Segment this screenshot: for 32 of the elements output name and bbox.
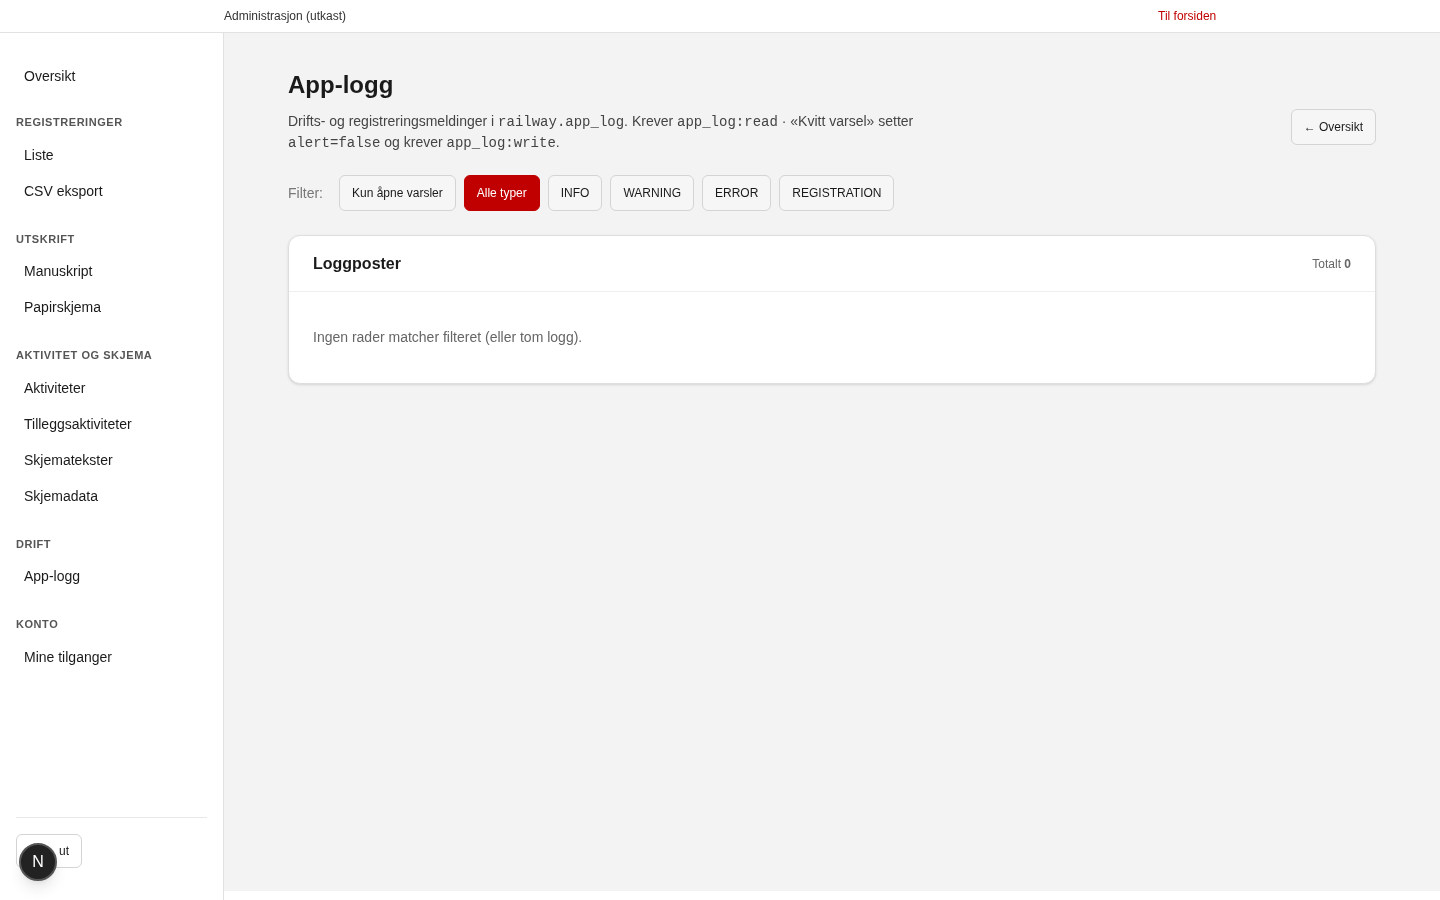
page-description: Drifts- og registreringsmeldinger i railway.app_log. Krever app_log:read · «Kvitt varsel» setter alert=false og krever app_log:write.: [288, 112, 915, 153]
sidebar-item[interactable]: Oversikt: [16, 61, 207, 92]
dev-badge[interactable]: N: [19, 843, 57, 881]
section-heading: KONTO: [16, 617, 60, 632]
empty-message: Ingen rader matcher filteret (eller tom logg).: [313, 329, 583, 345]
section-heading: REGISTRERINGER: [16, 115, 124, 130]
home-link[interactable]: Til forsiden: [1158, 7, 1217, 25]
section-heading: DRIFT: [16, 536, 53, 552]
sidebar-item[interactable]: App-logg: [16, 558, 207, 594]
sidebar-item[interactable]: Liste: [16, 136, 207, 173]
sidebar-item[interactable]: Aktiviteter: [16, 369, 207, 406]
filter-label: Filter:: [288, 183, 323, 203]
sidebar-item[interactable]: Skjematekster: [16, 441, 207, 478]
filter-button[interactable]: INFO: [547, 175, 603, 211]
filter-button[interactable]: ERROR: [702, 175, 772, 211]
filter-button[interactable]: REGISTRATION: [779, 175, 895, 211]
sidebar-item[interactable]: Manuskript: [16, 253, 207, 289]
sidebar-item[interactable]: Mine tilganger: [16, 638, 207, 675]
page-title: App-logg: [288, 70, 395, 100]
card-title: Loggposter: [313, 253, 401, 274]
back-button[interactable]: ← Oversikt: [1290, 109, 1376, 145]
sidebar-item[interactable]: CSV eksport: [16, 172, 207, 209]
filter-button[interactable]: WARNING: [610, 175, 694, 211]
sidebar-item[interactable]: Papirskjema: [16, 289, 207, 325]
sidebar-item[interactable]: Tilleggsaktiviteter: [16, 405, 207, 442]
sidebar-item[interactable]: Skjemadata: [16, 477, 207, 514]
section-heading: UTSKRIFT: [16, 231, 76, 247]
app-title: Administrasjon (utkast): [224, 8, 348, 25]
filter-button[interactable]: Alle typer: [463, 175, 540, 211]
filter-button[interactable]: Kun åpne varsler: [339, 175, 456, 211]
total-count: Totalt 0: [1312, 255, 1351, 273]
section-heading: AKTIVITET OG SKJEMA: [16, 348, 154, 363]
